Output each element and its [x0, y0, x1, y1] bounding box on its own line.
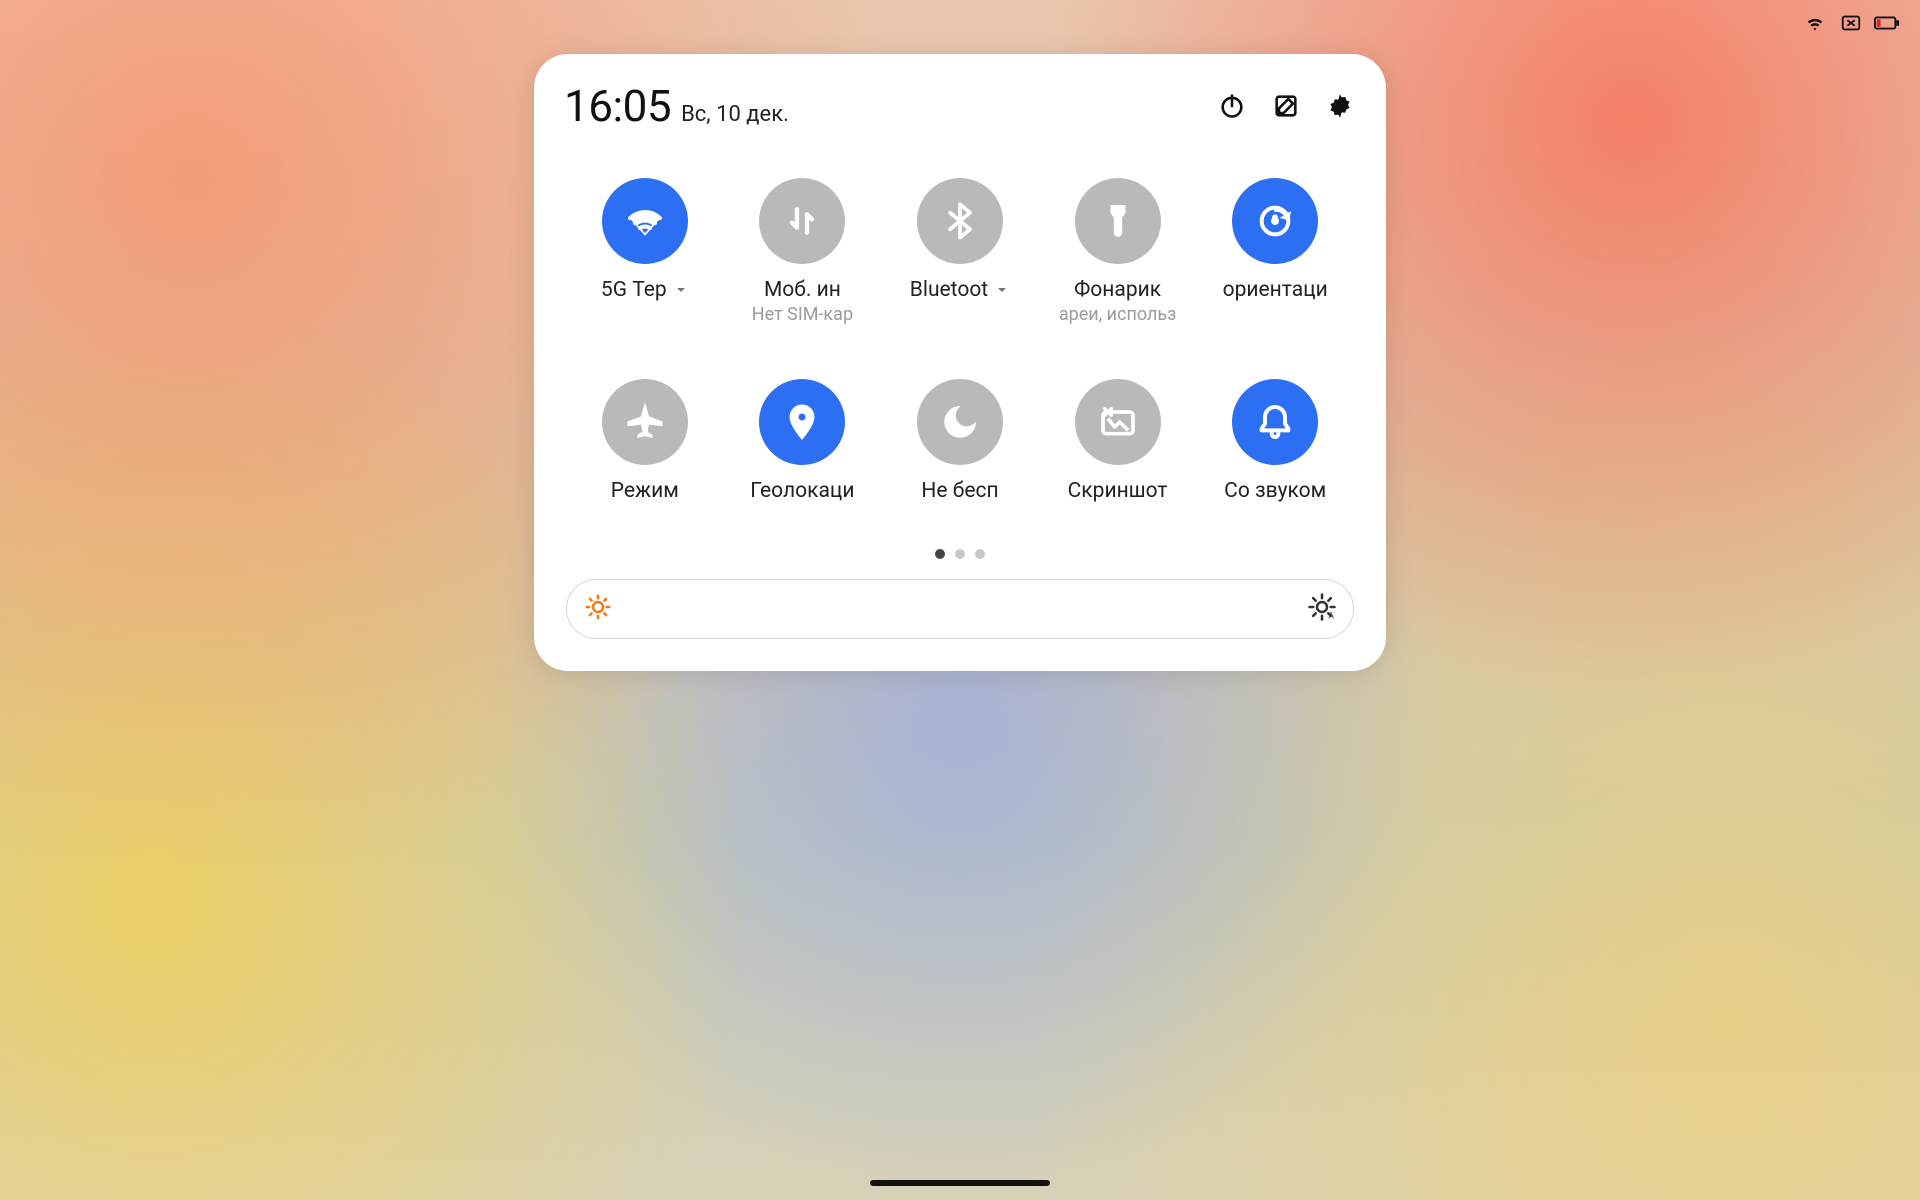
tile-airplane[interactable]: Режим — [566, 379, 724, 503]
flashlight-icon — [1075, 178, 1161, 264]
tiles-grid: 5G Тер Моб. инНет SIM-кар Bluetoot Фонарика… — [560, 178, 1360, 503]
tile-label-row: ориентаци — [1205, 278, 1345, 302]
tile-mobiledata[interactable]: Моб. инНет SIM-кар — [724, 178, 882, 325]
page-dot[interactable] — [955, 549, 965, 559]
tile-label-row: Моб. ин — [732, 278, 872, 302]
sound-icon — [1232, 379, 1318, 465]
dnd-icon — [917, 379, 1003, 465]
page-dot[interactable] — [975, 549, 985, 559]
battery-low-icon — [1874, 12, 1900, 34]
tile-screenshot[interactable]: Скриншот — [1039, 379, 1197, 503]
chevron-down-icon[interactable] — [673, 282, 689, 298]
wifi-icon — [1802, 12, 1828, 34]
tile-label-row: Фонарик — [1048, 278, 1188, 302]
panel-header: 16:05 Вс, 10 дек. — [560, 80, 1360, 142]
quick-settings-panel: 16:05 Вс, 10 дек. 5G Тер Моб. инНет SIM-к… — [534, 54, 1386, 671]
brightness-low-icon — [583, 592, 613, 626]
settings-button[interactable] — [1324, 90, 1356, 122]
tile-label: Скриншот — [1068, 479, 1168, 503]
mobiledata-icon — [759, 178, 845, 264]
tile-label: Моб. ин — [764, 278, 841, 302]
tile-label: ориентаци — [1223, 278, 1328, 302]
tile-label: 5G Тер — [601, 278, 667, 302]
tile-label-row: Геолокаци — [732, 479, 872, 503]
tile-label: Bluetoot — [910, 278, 988, 302]
time-block[interactable]: 16:05 Вс, 10 дек. — [564, 80, 789, 132]
tile-dnd[interactable]: Не бесп — [881, 379, 1039, 503]
edit-tiles-button[interactable] — [1270, 90, 1302, 122]
bluetooth-icon — [917, 178, 1003, 264]
tile-sublabel: Нет SIM-кар — [752, 304, 853, 325]
no-sim-icon — [1838, 12, 1864, 34]
screenshot-icon — [1075, 379, 1161, 465]
page-dots[interactable] — [560, 549, 1360, 559]
page-dot[interactable] — [935, 549, 945, 559]
svg-text:A: A — [1328, 611, 1334, 621]
power-button[interactable] — [1216, 90, 1248, 122]
tile-sublabel: ареи, использ — [1059, 304, 1176, 325]
rotation-icon — [1232, 178, 1318, 264]
clock-text: 16:05 — [564, 80, 671, 132]
brightness-slider[interactable]: A — [566, 579, 1354, 639]
tile-label-row: 5G Тер — [575, 278, 715, 302]
auto-brightness-icon[interactable]: A — [1307, 592, 1337, 626]
tile-label: Со звуком — [1224, 479, 1326, 503]
tile-label-row: Bluetoot — [890, 278, 1030, 302]
wifi-icon — [602, 178, 688, 264]
tile-label: Геолокаци — [750, 479, 854, 503]
tile-label: Фонарик — [1074, 278, 1161, 302]
tile-sound[interactable]: Со звуком — [1196, 379, 1354, 503]
tile-label-row: Скриншот — [1048, 479, 1188, 503]
tile-label: Не бесп — [921, 479, 998, 503]
tile-label: Режим — [611, 479, 679, 503]
brightness-row: A — [560, 579, 1360, 639]
tile-rotation[interactable]: ориентаци — [1196, 178, 1354, 325]
tile-label-row: Режим — [575, 479, 715, 503]
airplane-icon — [602, 379, 688, 465]
tile-wifi[interactable]: 5G Тер — [566, 178, 724, 325]
navigation-pill[interactable] — [870, 1180, 1050, 1186]
location-icon — [759, 379, 845, 465]
status-bar — [1802, 12, 1900, 34]
tile-bluetooth[interactable]: Bluetoot — [881, 178, 1039, 325]
tile-flashlight[interactable]: Фонарикареи, использ — [1039, 178, 1197, 325]
tile-label-row: Не бесп — [890, 479, 1030, 503]
date-text: Вс, 10 дек. — [681, 102, 789, 127]
tile-label-row: Со звуком — [1205, 479, 1345, 503]
tile-location[interactable]: Геолокаци — [724, 379, 882, 503]
chevron-down-icon[interactable] — [994, 282, 1010, 298]
header-actions — [1216, 90, 1356, 122]
